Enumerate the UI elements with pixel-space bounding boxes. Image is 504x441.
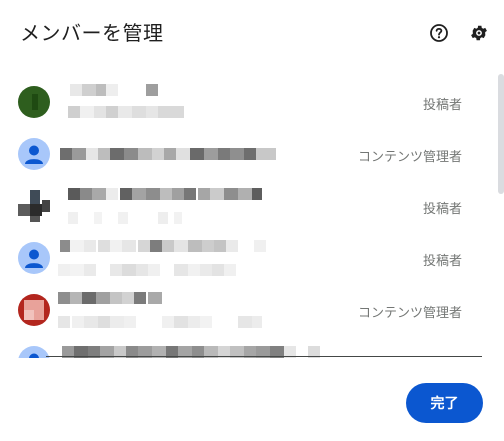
done-button[interactable]: 完了 bbox=[406, 383, 483, 423]
member-role[interactable]: 投稿者 bbox=[423, 94, 462, 113]
avatar bbox=[18, 190, 50, 222]
manage-members-dialog: メンバーを管理 投稿者 コンテンツ管理者 投稿者 投稿者 コンテンツ管理者 完了 bbox=[0, 0, 504, 441]
help-circle-icon bbox=[430, 24, 448, 42]
scrollbar[interactable] bbox=[498, 74, 504, 194]
member-row[interactable]: コンテンツ管理者 bbox=[0, 284, 486, 336]
person-icon bbox=[25, 145, 43, 164]
person-icon bbox=[25, 249, 43, 268]
member-role[interactable]: 投稿者 bbox=[423, 198, 462, 217]
avatar bbox=[18, 138, 50, 170]
member-role[interactable]: コンテンツ管理者 bbox=[358, 302, 462, 321]
settings-button[interactable] bbox=[468, 22, 490, 44]
list-divider bbox=[46, 356, 482, 357]
member-row[interactable]: 管理者 bbox=[0, 336, 486, 358]
avatar bbox=[18, 294, 50, 326]
member-role[interactable]: コンテンツ管理者 bbox=[358, 146, 462, 165]
help-button[interactable] bbox=[428, 22, 450, 44]
member-row[interactable]: 投稿者 bbox=[0, 232, 486, 284]
avatar bbox=[18, 242, 50, 274]
member-role[interactable]: 投稿者 bbox=[423, 250, 462, 269]
member-row[interactable]: コンテンツ管理者 bbox=[0, 128, 486, 180]
avatar bbox=[18, 86, 50, 118]
member-row[interactable]: 投稿者 bbox=[0, 180, 486, 232]
member-list: 投稿者 コンテンツ管理者 投稿者 投稿者 コンテンツ管理者 bbox=[0, 76, 486, 358]
gear-icon bbox=[471, 25, 487, 41]
dialog-title: メンバーを管理 bbox=[20, 21, 164, 45]
member-row[interactable]: 投稿者 bbox=[0, 76, 486, 128]
